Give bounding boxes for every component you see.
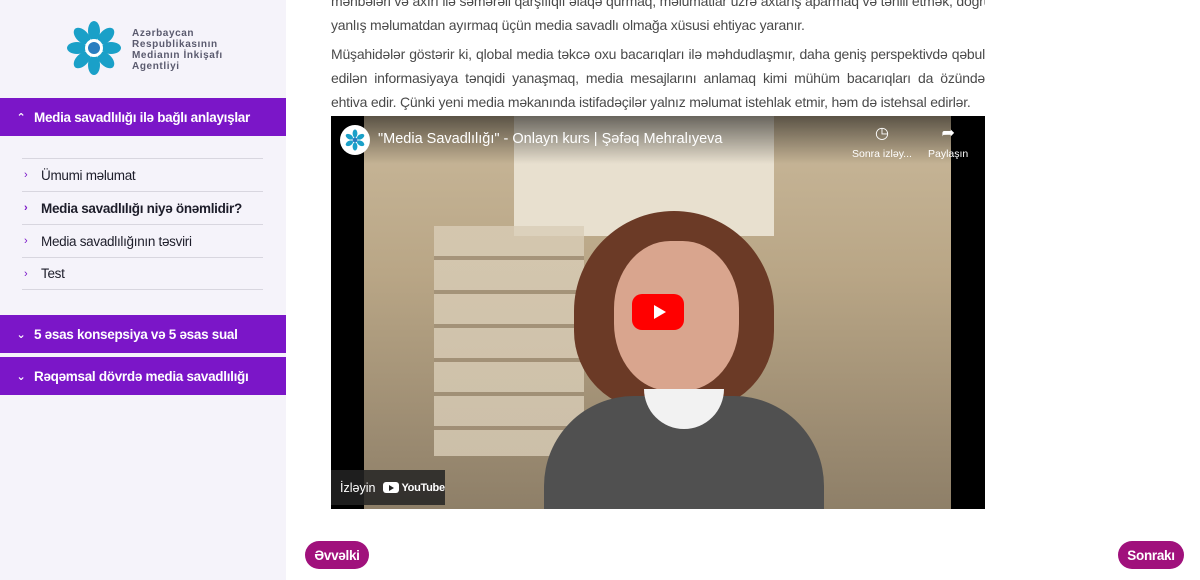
share-label: Paylaşın (928, 148, 969, 160)
chevron-right-icon: › (24, 169, 28, 181)
submenu-item-description[interactable]: › Media savadlılığının təsviri (22, 224, 263, 257)
paragraph-line: yanlış məlumatdan ayırmaq üçün media sav… (331, 17, 805, 33)
thumbnail-speaker (544, 211, 824, 509)
logo-text: Azərbaycan Respublikasının Medianın İnki… (132, 28, 223, 72)
logo-line: Medianın İnkişafı (132, 50, 223, 61)
watch-later-label: Sonra izləy... (852, 148, 912, 160)
channel-logo-icon (345, 129, 365, 151)
video-player[interactable]: "Media Savadlılığı" - Onlayn kurs | Şəfə… (331, 116, 985, 509)
watch-on-youtube-button[interactable]: İzləyin YouTube (331, 470, 445, 505)
agency-logo[interactable]: Azərbaycan Respublikasının Medianın İnki… (66, 20, 223, 76)
submenu-item-why-important[interactable]: › Media savadlılığı niyə önəmlidir? (22, 191, 263, 224)
play-icon (653, 305, 666, 319)
share-button[interactable]: ➦ Paylaşın (928, 124, 968, 160)
channel-avatar[interactable] (340, 125, 370, 155)
accordion-label: 5 əsas konsepsiya və 5 əsas sual (34, 326, 238, 342)
chevron-right-icon: › (24, 235, 28, 247)
youtube-logo: YouTube (383, 481, 445, 494)
clock-icon: ◷ (874, 125, 889, 142)
submenu-item-label: Test (41, 266, 65, 281)
submenu-item-label: Media savadlılığı niyə önəmlidir? (41, 200, 242, 216)
accordion-digital-era[interactable]: ⌄ Rəqəmsal dövrdə media savadlılığı (0, 357, 286, 395)
submenu-item-general-info[interactable]: › Ümumi məlumat (22, 158, 263, 191)
chevron-down-icon: ⌄ (16, 370, 26, 383)
chevron-down-icon: ⌄ (16, 328, 26, 341)
next-button[interactable]: Sonrakı (1118, 541, 1184, 569)
chevron-right-icon: › (24, 202, 28, 214)
paragraph-line: mənbələri və axırı ilə səmərəli qarşılıq… (331, 0, 985, 9)
logo-line: Agentliyi (132, 61, 180, 72)
play-button[interactable] (632, 294, 684, 330)
accordion-five-concepts[interactable]: ⌄ 5 əsas konsepsiya və 5 əsas sual (0, 315, 286, 353)
accordion-label: Rəqəmsal dövrdə media savadlılığı (34, 368, 249, 384)
youtube-play-icon (383, 482, 400, 493)
watch-on-label: İzləyin (340, 480, 376, 495)
submenu-item-test[interactable]: › Test (22, 257, 263, 290)
submenu-item-label: Media savadlılığının təsviri (41, 233, 192, 249)
video-title[interactable]: "Media Savadlılığı" - Onlayn kurs | Şəfə… (378, 131, 723, 147)
logo-line: Respublikasının (132, 39, 218, 50)
accordion-label: Media savadlılığı ilə bağlı anlayışlar (34, 109, 250, 125)
share-icon: ➦ (941, 125, 955, 142)
logo-flower-icon (67, 21, 121, 75)
logo-line: Azərbaycan (132, 28, 195, 39)
chevron-right-icon: › (24, 267, 28, 280)
paragraph-observations: Müşahidələr göstərir ki, qlobal media tə… (331, 46, 985, 110)
paragraph-intro: mənbələri və axırı ilə səmərəli qarşılıq… (331, 0, 985, 37)
watch-later-button[interactable]: ◷ Sonra izləy... (852, 124, 912, 160)
youtube-wordmark: YouTube (401, 481, 445, 494)
submenu-list: › Ümumi məlumat › Media savadlılığı niyə… (22, 158, 263, 290)
sidebar: Azərbaycan Respublikasının Medianın İnki… (0, 0, 286, 580)
previous-button[interactable]: Əvvəlki (305, 541, 369, 569)
chevron-up-icon: ⌃ (16, 111, 26, 124)
submenu-item-label: Ümumi məlumat (41, 167, 136, 183)
accordion-media-concepts[interactable]: ⌃ Media savadlılığı ilə bağlı anlayışlar (0, 98, 286, 136)
